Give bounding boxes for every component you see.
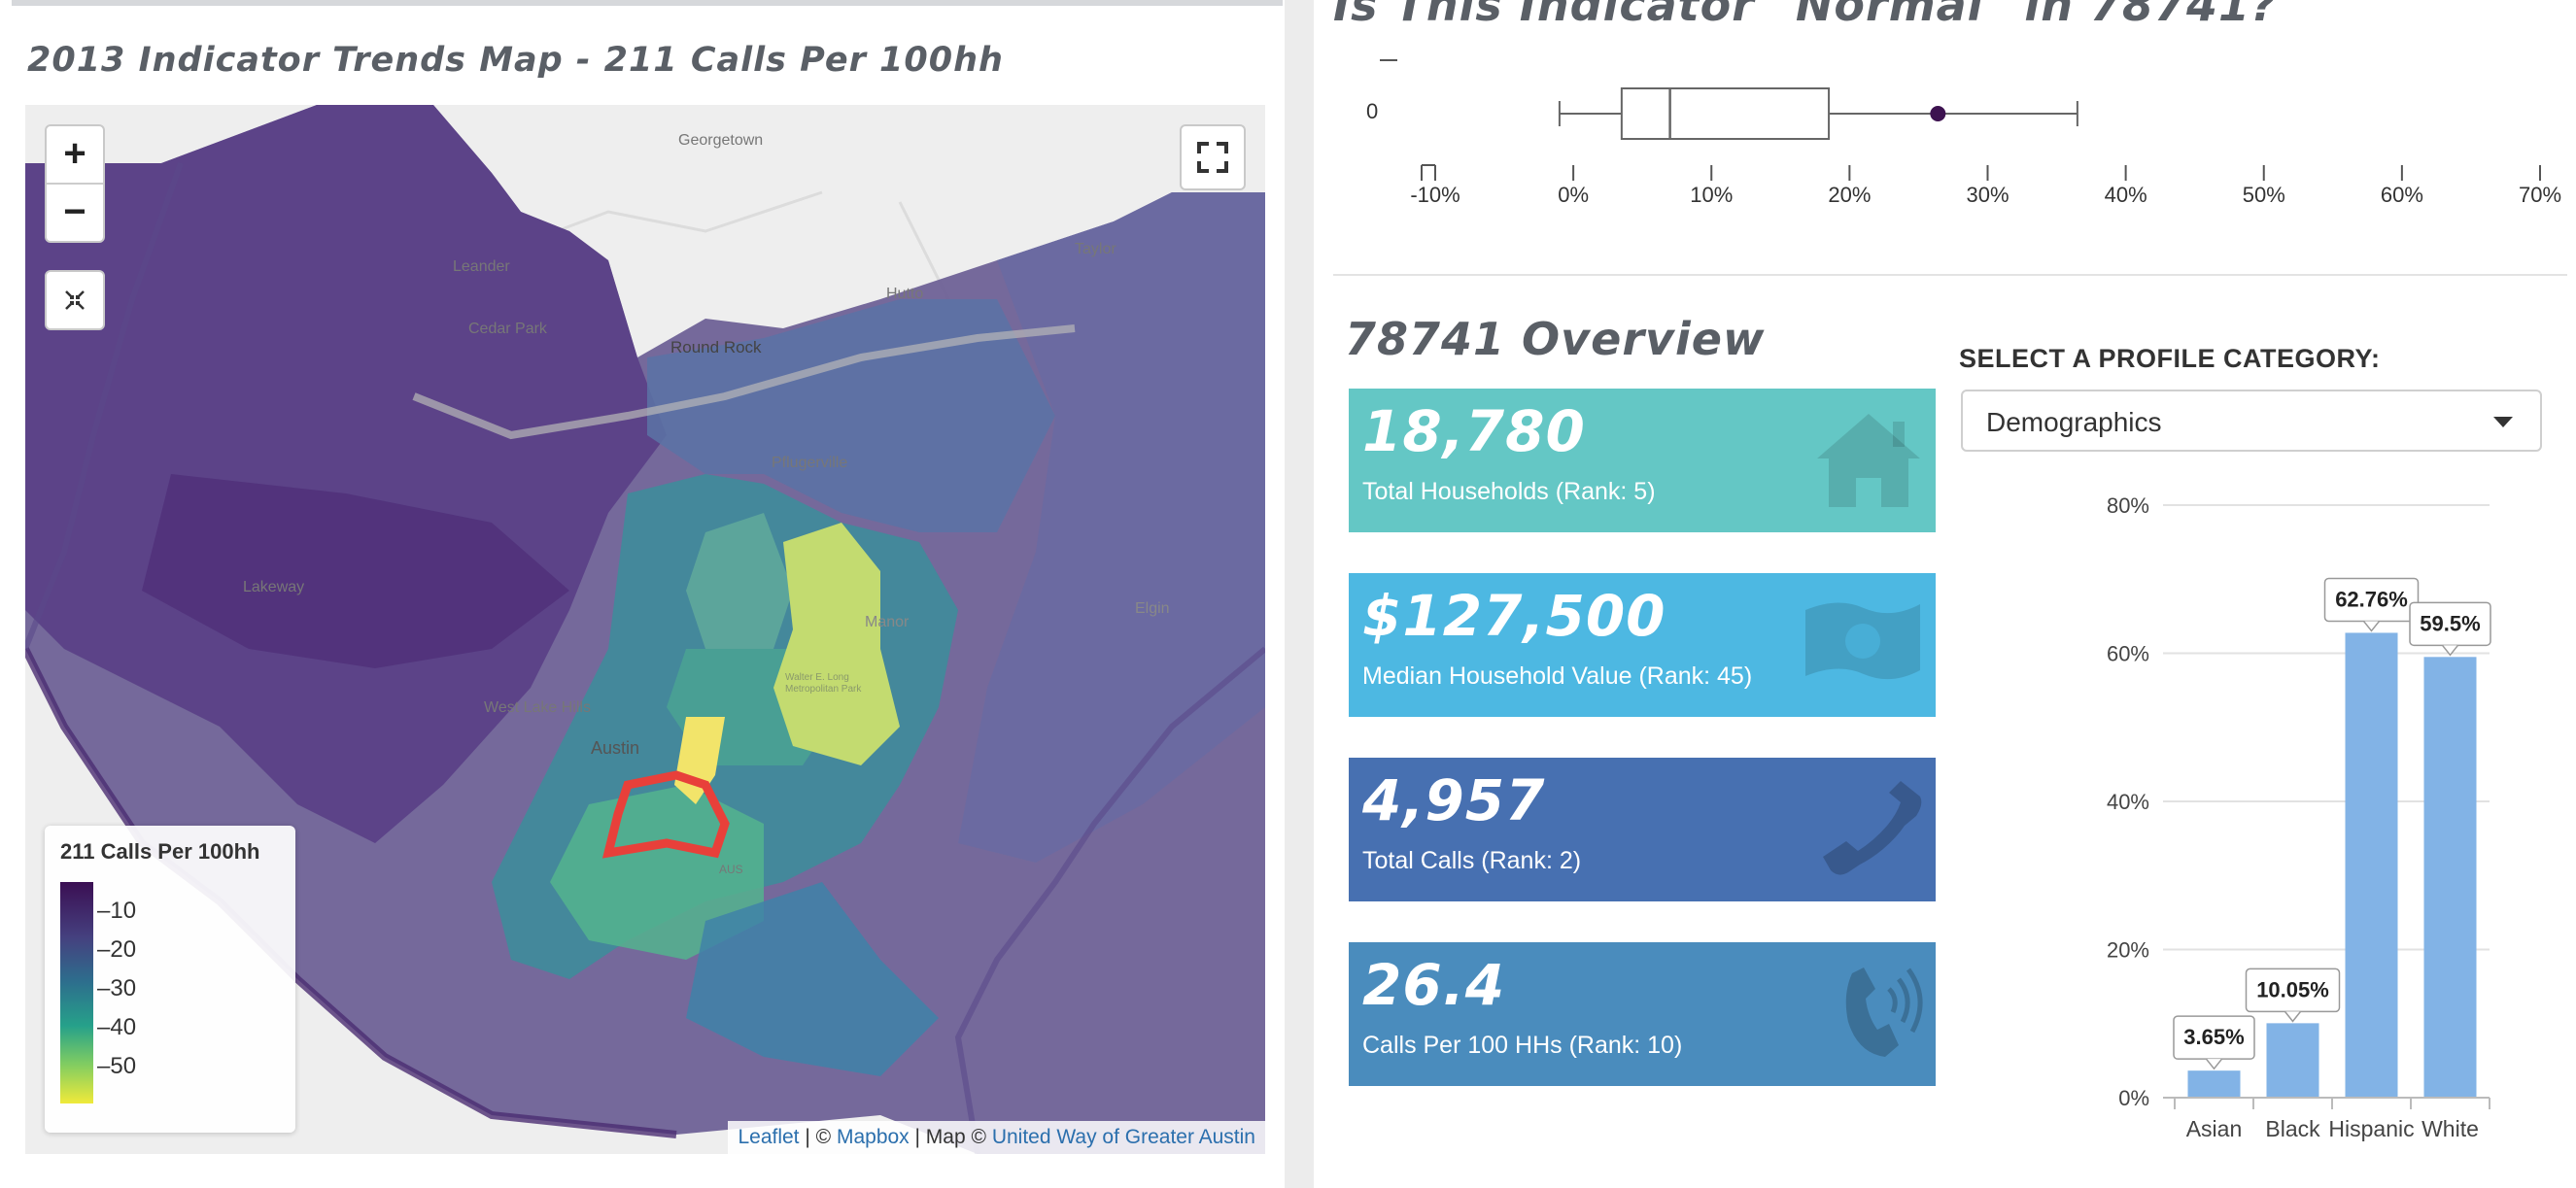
- place-label: Taylor: [1075, 241, 1116, 257]
- place-label: Leander: [453, 258, 510, 275]
- normal-indicator-title: Is This Indicator "Normal" in 78741?: [1333, 0, 2278, 31]
- place-label: Round Rock: [670, 338, 762, 356]
- axis-tick-label: 50%: [2243, 183, 2285, 207]
- stat-label: Calls Per 100 HHs (Rank: 10): [1362, 1032, 1683, 1059]
- zoom-control: + −: [45, 124, 105, 243]
- map-legend: 211 Calls Per 100hh –10 –20 –30 –40 –50: [45, 826, 295, 1133]
- stat-card-households: 18,780 Total Households (Rank: 5): [1349, 389, 1936, 532]
- leaflet-link[interactable]: Leaflet: [738, 1126, 799, 1148]
- place-label: Lakeway: [243, 579, 305, 595]
- legend-tick: –50: [97, 1053, 137, 1079]
- axis-tick-label: 60%: [2381, 183, 2423, 207]
- boxplot-group: [1558, 87, 2078, 140]
- boxplot-zip-point: [1930, 106, 1946, 121]
- profile-category-label: SELECT A PROFILE CATEGORY:: [1959, 344, 2381, 373]
- y-tick-label: 40%: [2107, 790, 2149, 814]
- place-label: Georgetown: [678, 132, 764, 149]
- reset-view-button[interactable]: [45, 270, 105, 330]
- data-label: 62.76%: [2335, 587, 2408, 611]
- mapbox-link[interactable]: Mapbox: [837, 1126, 910, 1148]
- x-tick-label: Hispanic: [2328, 1116, 2414, 1141]
- fullscreen-icon: [1197, 142, 1228, 173]
- place-label: Austin: [591, 738, 640, 758]
- stat-label: Total Calls (Rank: 2): [1362, 847, 1582, 874]
- map-attribution: Leaflet | © Mapbox | Map © United Way of…: [728, 1121, 1265, 1154]
- place-label: AUS: [719, 863, 743, 876]
- stat-value: 26.4: [1362, 952, 1506, 1018]
- data-label-pointer: [2284, 1010, 2302, 1023]
- legend-tick: –20: [97, 936, 137, 963]
- chevron-down-icon: [2493, 417, 2513, 427]
- boxplot-row-label: 0: [1366, 99, 1378, 123]
- axis-tick-label: 70%: [2519, 183, 2561, 207]
- data-label: 3.65%: [2183, 1025, 2244, 1049]
- place-label: Manor: [865, 614, 910, 630]
- section-divider: [1333, 274, 2567, 276]
- boxplot-chart: 0 -10% 0% 10% 20% 30% 40% 50% 60% 70%: [1366, 59, 2561, 207]
- stat-value: 18,780: [1362, 398, 1586, 464]
- stat-value: $127,500: [1362, 583, 1666, 649]
- collapse-arrows-icon: [65, 290, 85, 310]
- united-way-link[interactable]: United Way of Greater Austin: [992, 1126, 1255, 1148]
- bar-black: [2266, 1023, 2319, 1098]
- axis-tick-label: 20%: [1828, 183, 1871, 207]
- phone-icon: [1823, 781, 1922, 875]
- place-label: Elgin: [1135, 600, 1170, 617]
- profile-category-select[interactable]: Demographics: [1961, 390, 2542, 452]
- legend-tick: –10: [97, 898, 137, 924]
- x-tick-label: Asian: [2186, 1116, 2243, 1141]
- stat-card-home-value: $127,500 Median Household Value (Rank: 4…: [1349, 573, 1936, 717]
- bar-hispanic: [2345, 632, 2398, 1098]
- house-icon: [1817, 414, 1920, 507]
- fullscreen-button[interactable]: [1180, 124, 1246, 190]
- money-icon: [1805, 602, 1920, 680]
- phone-ring-icon: [1845, 967, 1923, 1057]
- boxplot-x-axis: -10% 0% 10% 20% 30% 40% 50% 60% 70%: [1410, 164, 2561, 207]
- axis-tick-label: 30%: [1966, 183, 2009, 207]
- bar-white: [2423, 657, 2477, 1098]
- demographics-bar-chart: 0% 20% 40% 60% 80% 3.65% 10.05% 62.76% 59.5% As…: [2107, 493, 2491, 1141]
- legend-gradient: [60, 882, 93, 1103]
- boxplot-box: [1620, 87, 1831, 140]
- data-label-pointer: [2362, 620, 2381, 632]
- axis-tick-label: 10%: [1690, 183, 1733, 207]
- stat-label: Total Households (Rank: 5): [1362, 478, 1656, 505]
- y-tick-label: 20%: [2107, 938, 2149, 963]
- y-tick-label: 60%: [2107, 642, 2149, 666]
- legend-title: 211 Calls Per 100hh: [60, 839, 260, 864]
- axis-tick-label: -10%: [1410, 183, 1460, 207]
- y-tick-label: 80%: [2107, 493, 2149, 518]
- data-label: 59.5%: [2420, 611, 2480, 635]
- stat-card-total-calls: 4,957 Total Calls (Rank: 2): [1349, 758, 1936, 901]
- stat-value: 4,957: [1362, 767, 1546, 833]
- legend-tick: –30: [97, 975, 137, 1001]
- axis-tick-label: 40%: [2105, 183, 2147, 207]
- overview-title: 78741 Overview: [1345, 313, 1766, 365]
- place-label: West Lake Hills: [484, 699, 591, 716]
- bar-chart-bars: 3.65% 10.05% 62.76% 59.5%: [2173, 577, 2491, 1098]
- bar-chart-x-axis: Asian Black Hispanic White: [2163, 1097, 2490, 1141]
- zoom-out-button[interactable]: −: [47, 185, 103, 239]
- stat-card-calls-per-100: 26.4 Calls Per 100 HHs (Rank: 10): [1349, 942, 1936, 1086]
- legend-tick: –40: [97, 1014, 137, 1040]
- zoom-in-button[interactable]: +: [47, 126, 103, 181]
- place-label: Hutto: [886, 286, 924, 302]
- y-tick-label: 0%: [2118, 1086, 2149, 1110]
- place-label: Cedar Park: [468, 321, 547, 337]
- place-label: Pflugerville: [772, 455, 848, 471]
- panel-top-border: [12, 0, 1283, 6]
- choropleth-map[interactable]: Georgetown Leander Taylor Cedar Park Hut…: [25, 105, 1265, 1154]
- data-label: 10.05%: [2256, 977, 2329, 1001]
- x-tick-label: Black: [2265, 1116, 2320, 1141]
- data-label-pointer: [2205, 1058, 2223, 1070]
- bar-asian: [2187, 1070, 2241, 1098]
- place-label: Walter E. Long Metropolitan Park: [785, 672, 862, 695]
- axis-tick-label: 0%: [1558, 183, 1589, 207]
- map-title: 2013 Indicator Trends Map - 211 Calls Pe…: [27, 41, 1004, 80]
- profile-select-value: Demographics: [1986, 407, 2162, 437]
- stat-label: Median Household Value (Rank: 45): [1362, 662, 1753, 690]
- x-tick-label: White: [2421, 1116, 2479, 1141]
